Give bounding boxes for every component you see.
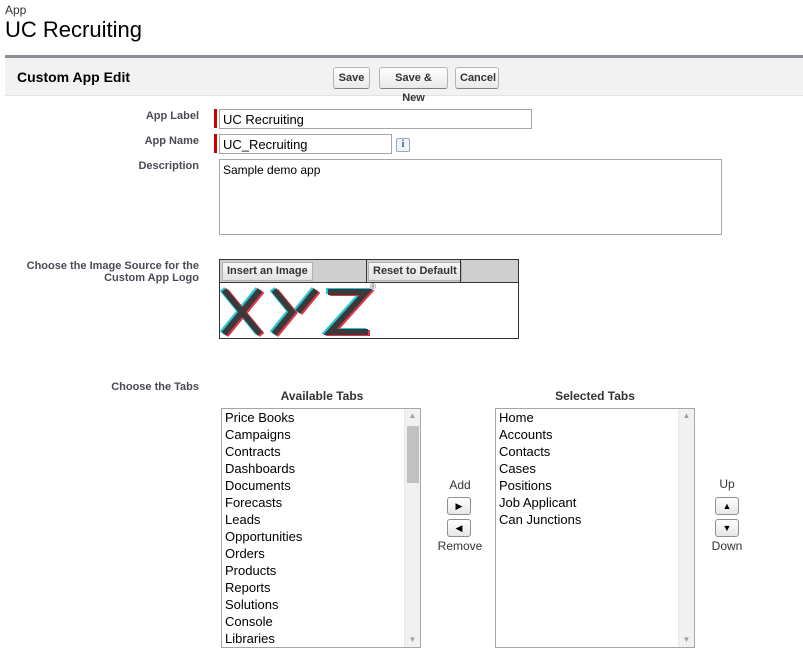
available-tabs-heading: Available Tabs [280, 389, 364, 403]
scroll-down-icon[interactable]: ▼ [679, 633, 694, 647]
up-label: Up [719, 477, 735, 491]
app-logo-image [219, 284, 380, 338]
remove-label: Remove [437, 539, 483, 553]
description-label: Description [138, 160, 199, 172]
available-tabs-scrollbar[interactable]: ▲ ▼ [404, 409, 420, 647]
toolbar-divider [460, 260, 461, 283]
info-icon[interactable]: i [396, 138, 410, 152]
add-arrow-icon: ▶ [455, 501, 463, 511]
panel-title: Custom App Edit [17, 69, 131, 85]
list-item[interactable]: Libraries [222, 630, 404, 647]
list-item[interactable]: Job Applicant [496, 494, 678, 511]
description-textarea[interactable]: Sample demo app [219, 159, 722, 235]
panel-header: Custom App Edit Save Save & New Cancel [5, 58, 803, 104]
list-item[interactable]: Opportunities [222, 528, 404, 545]
app-name-label: App Name [144, 135, 199, 147]
choose-tabs-label: Choose the Tabs [111, 381, 199, 393]
list-item[interactable]: Reports [222, 579, 404, 596]
logo-source-label: Choose the Image Source for the Custom A… [15, 260, 199, 284]
list-item[interactable]: Leads [222, 511, 404, 528]
list-item[interactable]: Orders [222, 545, 404, 562]
cancel-button[interactable]: Cancel [455, 67, 499, 89]
logo-source-label-line1: Choose the Image Source for the [26, 260, 199, 272]
page-kicker: App [5, 3, 27, 17]
reset-to-default-button[interactable]: Reset to Default [368, 262, 462, 281]
move-up-button[interactable]: ▲ [715, 497, 739, 515]
available-tabs-items: Price Books Campaigns Contracts Dashboards D… [222, 409, 404, 647]
logo-toolbar: Insert an Image Reset to Default [220, 260, 518, 283]
list-item[interactable]: Contacts [496, 443, 678, 460]
toolbar-divider [366, 260, 367, 283]
list-item[interactable]: Home [496, 409, 678, 426]
logo-source-label-line2: Custom App Logo [104, 272, 199, 284]
add-label: Add [449, 478, 471, 492]
scroll-down-icon[interactable]: ▼ [405, 633, 420, 647]
list-item[interactable]: Documents [222, 477, 404, 494]
app-label-input[interactable] [219, 109, 532, 129]
save-and-new-button[interactable]: Save & New [379, 67, 448, 104]
logo-image-box: Insert an Image Reset to Default ® [219, 259, 519, 339]
down-label: Down [711, 539, 743, 553]
selected-tabs-scrollbar[interactable]: ▲ ▼ [678, 409, 694, 647]
remove-button[interactable]: ◀ [447, 519, 471, 537]
available-tabs-list[interactable]: Price Books Campaigns Contracts Dashboards D… [221, 408, 421, 648]
list-item[interactable]: Console [222, 613, 404, 630]
down-arrow-icon: ▼ [722, 523, 732, 533]
selected-tabs-heading: Selected Tabs [555, 389, 635, 403]
list-item[interactable]: Cases [496, 460, 678, 477]
app-label-label: App Label [145, 110, 199, 122]
list-item[interactable]: Products [222, 562, 404, 579]
move-down-button[interactable]: ▼ [715, 519, 739, 537]
selected-tabs-items: Home Accounts Contacts Cases Positions Job Ap… [496, 409, 678, 528]
custom-app-edit-panel: Custom App Edit Save Save & New Cancel A… [5, 55, 803, 655]
list-item[interactable]: Contracts [222, 443, 404, 460]
insert-image-button[interactable]: Insert an Image [222, 262, 313, 281]
selected-tabs-list[interactable]: Home Accounts Contacts Cases Positions Job Ap… [495, 408, 695, 648]
list-item[interactable]: Forecasts [222, 494, 404, 511]
page-title: UC Recruiting [5, 17, 142, 42]
list-item[interactable]: Dashboards [222, 460, 404, 477]
scroll-up-icon[interactable]: ▲ [679, 409, 694, 423]
remove-arrow-icon: ◀ [455, 523, 463, 533]
list-item[interactable]: Positions [496, 477, 678, 494]
list-item[interactable]: Solutions [222, 596, 404, 613]
list-item[interactable]: Can Junctions [496, 511, 678, 528]
add-button[interactable]: ▶ [447, 497, 471, 515]
list-item[interactable]: Campaigns [222, 426, 404, 443]
page-header: App UC Recruiting [5, 4, 142, 43]
list-item[interactable]: Accounts [496, 426, 678, 443]
up-arrow-icon: ▲ [722, 501, 732, 511]
scroll-thumb[interactable] [407, 426, 419, 483]
list-item[interactable]: Price Books [222, 409, 404, 426]
save-button[interactable]: Save [333, 67, 370, 89]
app-label-required-marker [214, 109, 217, 128]
xyz-logo-svg [219, 287, 375, 337]
scroll-up-icon[interactable]: ▲ [405, 409, 420, 423]
app-name-input[interactable] [219, 134, 392, 154]
app-name-required-marker [214, 134, 217, 153]
registered-mark: ® [370, 282, 376, 291]
